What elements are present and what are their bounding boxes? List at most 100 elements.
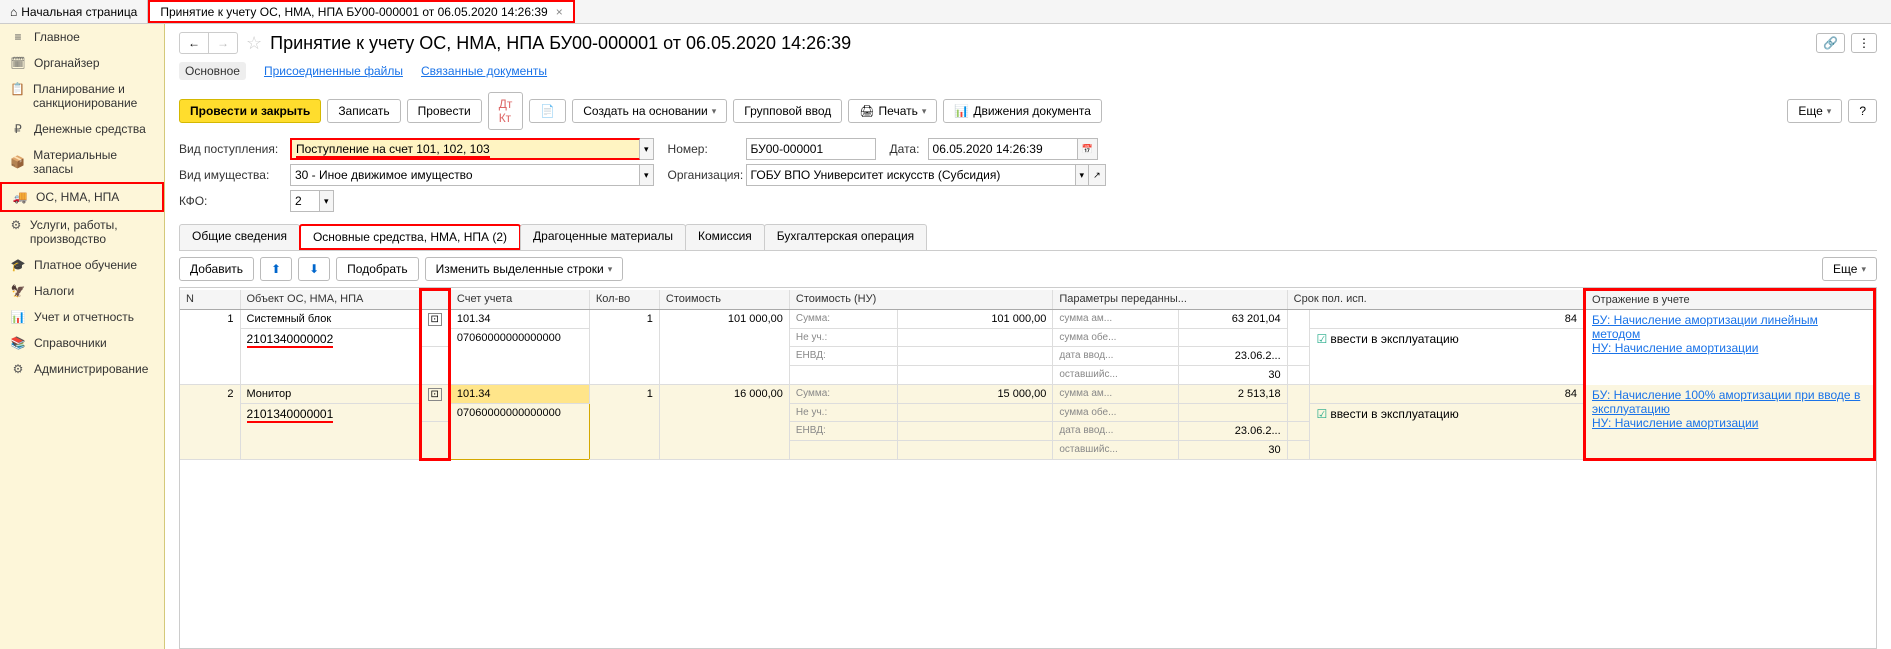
cell-nu-sum: 15 000,00 [897,385,1053,404]
ref2-link[interactable]: НУ: Начисление амортизации [1592,341,1758,355]
pick-button[interactable]: Подобрать [336,257,418,281]
table-row[interactable]: 1 Системный блок ⊡ 101.34 1 101 000,00 С… [180,310,1875,329]
link-button[interactable]: 🔗 [1816,33,1845,53]
dropdown-icon[interactable]: ▾ [640,164,654,186]
cell-account2: 07060000000000000 [449,329,589,385]
group-input-button[interactable]: Групповой ввод [733,99,842,123]
cell-box[interactable]: ⊡ [420,385,449,422]
sidebar-item-assets[interactable]: 🚚 ОС, НМА, НПА [0,182,164,212]
sidebar-item-materials[interactable]: 📦Материальные запасы [0,142,164,182]
date-input[interactable] [928,138,1078,160]
dropdown-icon[interactable]: ▾ [320,190,334,212]
dt-kt-button[interactable]: ДтКт [488,92,524,130]
cell-box[interactable]: ⊡ [420,310,449,347]
truck-icon: 🚚 [12,190,28,204]
sidebar-item-label: Платное обучение [34,258,137,272]
post-button[interactable]: Провести [407,99,482,123]
sidebar-item-admin[interactable]: ⚙Администрирование [0,356,164,382]
box-icon: 📦 [10,155,25,169]
cell-check[interactable]: ☑ ввести в эксплуатацию [1310,329,1585,385]
subnav-main[interactable]: Основное [179,62,246,80]
cell-cost: 16 000,00 [659,385,789,460]
sidebar: ≡Главное 🗓Органайзер 📋Планирование и сан… [0,24,165,649]
tab-document-label: Принятие к учету ОС, НМА, НПА БУ00-00000… [160,5,547,19]
card-icon: ⊡ [428,313,442,326]
calendar-icon[interactable]: 📅 [1078,138,1098,160]
tab-main-assets[interactable]: Основные средства, НМА, НПА (2) [299,224,521,250]
cell-n: 1 [180,310,240,385]
sidebar-item-planning[interactable]: 📋Планирование и санкционирование [0,76,164,116]
kfo-input[interactable] [290,190,320,212]
ref2-link[interactable]: НУ: Начисление амортизации [1592,416,1758,430]
favorite-icon[interactable]: ☆ [246,33,262,54]
forward-button[interactable]: → [209,33,237,53]
cell-account2[interactable]: 07060000000000000 [449,404,589,460]
tab-home[interactable]: ⌂ Начальная страница [0,0,148,23]
cell-nu-sum-label: Сумма: [789,385,897,404]
move-down-button[interactable]: ⬇ [298,257,330,281]
cell-param-remain-val: 30 [1178,366,1287,385]
more-button[interactable]: ⋮ [1851,33,1877,53]
cell-inv: 2101340000002 [240,329,420,385]
movements-button[interactable]: 📊 Движения документа [943,99,1102,123]
tab-document[interactable]: Принятие к учету ОС, НМА, НПА БУ00-00000… [148,0,574,23]
add-button[interactable]: Добавить [179,257,254,281]
cell-param-am-val: 63 201,04 [1178,310,1287,329]
col-params[interactable]: Параметры переданны... [1053,290,1287,310]
col-reflection[interactable]: Отражение в учете [1585,290,1875,310]
cell-param-date-val: 23.06.2... [1178,422,1287,441]
tab-accounting[interactable]: Бухгалтерская операция [764,224,927,250]
subnav-files[interactable]: Присоединенные файлы [264,64,403,78]
sidebar-item-organizer[interactable]: 🗓Органайзер [0,50,164,76]
dropdown-icon[interactable]: ▾ [640,138,654,160]
cell-qty: 1 [589,385,659,460]
sidebar-item-money[interactable]: ₽Денежные средства [0,116,164,142]
create-on-button[interactable]: Создать на основании [572,99,727,123]
col-term[interactable]: Срок пол. исп. [1287,290,1584,310]
close-icon[interactable]: × [556,5,563,19]
print-button[interactable]: 🖨 Печать [848,99,937,123]
eagle-icon: 🦅 [10,284,26,298]
col-cost[interactable]: Стоимость [659,290,789,310]
sidebar-item-refs[interactable]: 📚Справочники [0,330,164,356]
col-object[interactable]: Объект ОС, НМА, НПА [240,290,420,310]
col-account[interactable]: Счет учета [449,290,589,310]
save-button[interactable]: Записать [327,99,400,123]
ref1-link[interactable]: БУ: Начисление амортизации линейным мето… [1592,313,1818,341]
dropdown-icon[interactable]: ▾ [1076,164,1090,186]
col-qty[interactable]: Кол-во [589,290,659,310]
sidebar-item-label: ОС, НМА, НПА [36,190,119,204]
edit-selected-button[interactable]: Изменить выделенные строки [425,257,624,281]
col-cost-nu[interactable]: Стоимость (НУ) [789,290,1052,310]
tab-precious[interactable]: Драгоценные материалы [520,224,686,250]
sidebar-item-main[interactable]: ≡Главное [0,24,164,50]
more-button[interactable]: Еще [1822,257,1877,281]
back-button[interactable]: ← [180,33,209,53]
tab-general[interactable]: Общие сведения [179,224,300,250]
sidebar-item-services[interactable]: ⚙Услуги, работы, производство [0,212,164,252]
receipt-type-input[interactable]: Поступление на счет 101, 102, 103 [290,138,640,160]
sidebar-item-education[interactable]: 🎓Платное обучение [0,252,164,278]
sidebar-item-reporting[interactable]: 📊Учет и отчетность [0,304,164,330]
help-button[interactable]: ? [1848,99,1877,123]
open-icon[interactable]: ↗ [1089,164,1106,186]
card-icon: ⊡ [428,388,442,401]
cell-param-remain-val: 30 [1178,441,1287,460]
cell-account1: 101.34 [449,310,589,329]
org-input[interactable] [746,164,1076,186]
move-up-button[interactable]: ⬆ [260,257,292,281]
ref1-link[interactable]: БУ: Начисление 100% амортизации при ввод… [1592,388,1860,416]
cell-check[interactable]: ☑ ввести в эксплуатацию [1310,404,1585,460]
sidebar-item-taxes[interactable]: 🦅Налоги [0,278,164,304]
number-input[interactable] [746,138,876,160]
tab-commission[interactable]: Комиссия [685,224,765,250]
more-button[interactable]: Еще [1787,99,1842,123]
list-button[interactable]: 📄 [529,99,566,123]
table-row[interactable]: 2 Монитор ⊡ 101.34 1 16 000,00 Сумма: 15… [180,385,1875,404]
subnav-related[interactable]: Связанные документы [421,64,547,78]
print-label: Печать [879,104,918,118]
asset-type-input[interactable] [290,164,640,186]
post-close-button[interactable]: Провести и закрыть [179,99,321,123]
cell-nu-envd: ЕНВД: [789,422,897,441]
col-n[interactable]: N [180,290,240,310]
